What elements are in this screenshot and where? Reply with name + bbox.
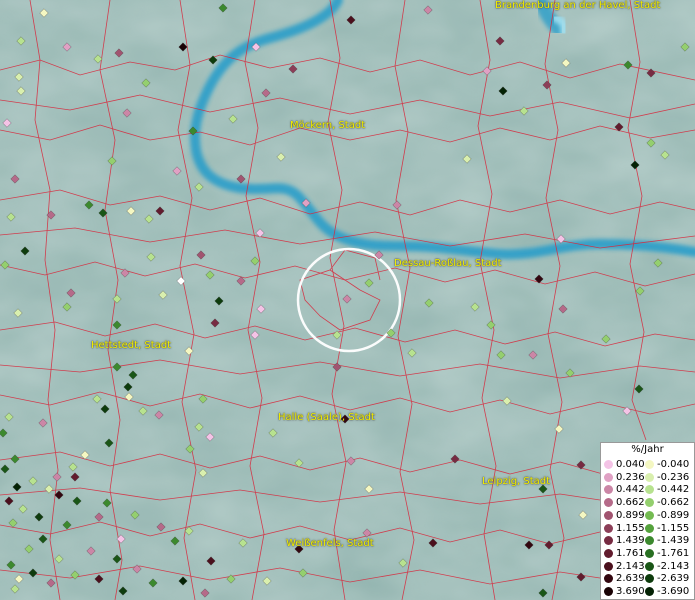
legend-entry-negative: -1.155	[645, 523, 689, 536]
legend-swatch	[645, 561, 654, 571]
legend-value: 0.899	[616, 509, 645, 521]
legend-swatch	[604, 472, 613, 482]
map-canvas[interactable]	[0, 0, 695, 600]
legend-value: -0.236	[657, 471, 690, 483]
legend-entry-negative: -0.236	[645, 472, 689, 485]
legend-swatch	[645, 574, 654, 584]
legend-value: -0.040	[657, 459, 690, 470]
legend-swatch	[645, 472, 654, 482]
legend-entry-positive: 2.143	[604, 561, 645, 574]
legend-value: -2.143	[657, 560, 690, 572]
legend-value: -1.155	[657, 522, 690, 534]
legend-entry-negative: -1.439	[645, 535, 689, 548]
city-label: Leipzig, Stadt	[482, 476, 551, 487]
legend-swatch	[645, 485, 654, 495]
legend-swatch	[604, 510, 613, 520]
city-label: Dessau-Roßlau, Stadt	[394, 258, 502, 269]
legend: %/Jahr 0.040 -0.040 0.236 -0.236 0.442 -0.442…	[600, 442, 695, 600]
legend-swatch	[645, 548, 654, 558]
legend-entry-negative: -2.143	[645, 561, 689, 574]
legend-entry-positive: 0.442	[604, 484, 645, 497]
legend-entry-negative: -0.442	[645, 484, 689, 497]
legend-swatch	[604, 548, 613, 558]
legend-entry-negative: -3.690	[645, 586, 689, 599]
legend-value: -0.899	[657, 509, 690, 521]
legend-entry-negative: -0.662	[645, 497, 689, 510]
legend-entry-positive: 0.236	[604, 472, 645, 485]
legend-swatch	[604, 536, 613, 546]
legend-value: 2.639	[616, 573, 645, 585]
legend-swatch	[604, 523, 613, 533]
legend-swatch	[645, 523, 654, 533]
legend-swatch	[604, 561, 613, 571]
legend-entry-negative: -0.899	[645, 510, 689, 523]
legend-value: 2.143	[616, 560, 645, 572]
legend-value: -0.442	[657, 484, 690, 496]
legend-entry-positive: 2.639	[604, 573, 645, 586]
legend-value: 1.761	[616, 547, 645, 559]
legend-swatch	[604, 498, 613, 508]
legend-title: %/Jahr	[631, 444, 664, 455]
legend-swatch	[604, 485, 613, 495]
legend-swatch	[645, 498, 654, 508]
city-label: Brandenburg an der Havel, Stadt	[495, 0, 661, 11]
city-label: Hettstedt, Stadt	[91, 340, 172, 351]
legend-entry-positive: 0.662	[604, 497, 645, 510]
legend-swatch	[645, 536, 654, 546]
legend-swatch	[645, 587, 654, 596]
legend-entry-positive: 3.690	[604, 586, 645, 599]
legend-value: 3.690	[616, 586, 645, 597]
legend-entry-negative: -1.761	[645, 548, 689, 561]
legend-entry-negative: -0.040	[645, 459, 689, 472]
legend-swatch	[604, 587, 613, 596]
legend-swatch	[604, 574, 613, 584]
legend-swatch	[645, 460, 654, 469]
legend-value: -1.439	[657, 535, 690, 547]
legend-swatch	[645, 510, 654, 520]
legend-entry-positive: 1.439	[604, 535, 645, 548]
legend-value: 0.442	[616, 484, 645, 496]
legend-value: 0.662	[616, 497, 645, 509]
legend-entry-positive: 0.899	[604, 510, 645, 523]
legend-value: 0.236	[616, 471, 645, 483]
legend-value: 0.040	[616, 459, 645, 470]
legend-value: 1.439	[616, 535, 645, 547]
city-label: Möckern, Stadt	[290, 120, 366, 131]
legend-value: -3.690	[657, 586, 690, 597]
city-label: Halle (Saale), Stadt	[278, 412, 375, 423]
legend-entry-positive: 1.761	[604, 548, 645, 561]
legend-value: 1.155	[616, 522, 645, 534]
legend-entry-positive: 1.155	[604, 523, 645, 536]
legend-entry-negative: -2.639	[645, 573, 689, 586]
city-label: Weißenfels, Stadt	[286, 538, 374, 549]
legend-entry-positive: 0.040	[604, 459, 645, 472]
legend-value: -2.639	[657, 573, 690, 585]
legend-swatch	[604, 460, 613, 469]
legend-value: -1.761	[657, 547, 690, 559]
legend-value: -0.662	[657, 497, 690, 509]
